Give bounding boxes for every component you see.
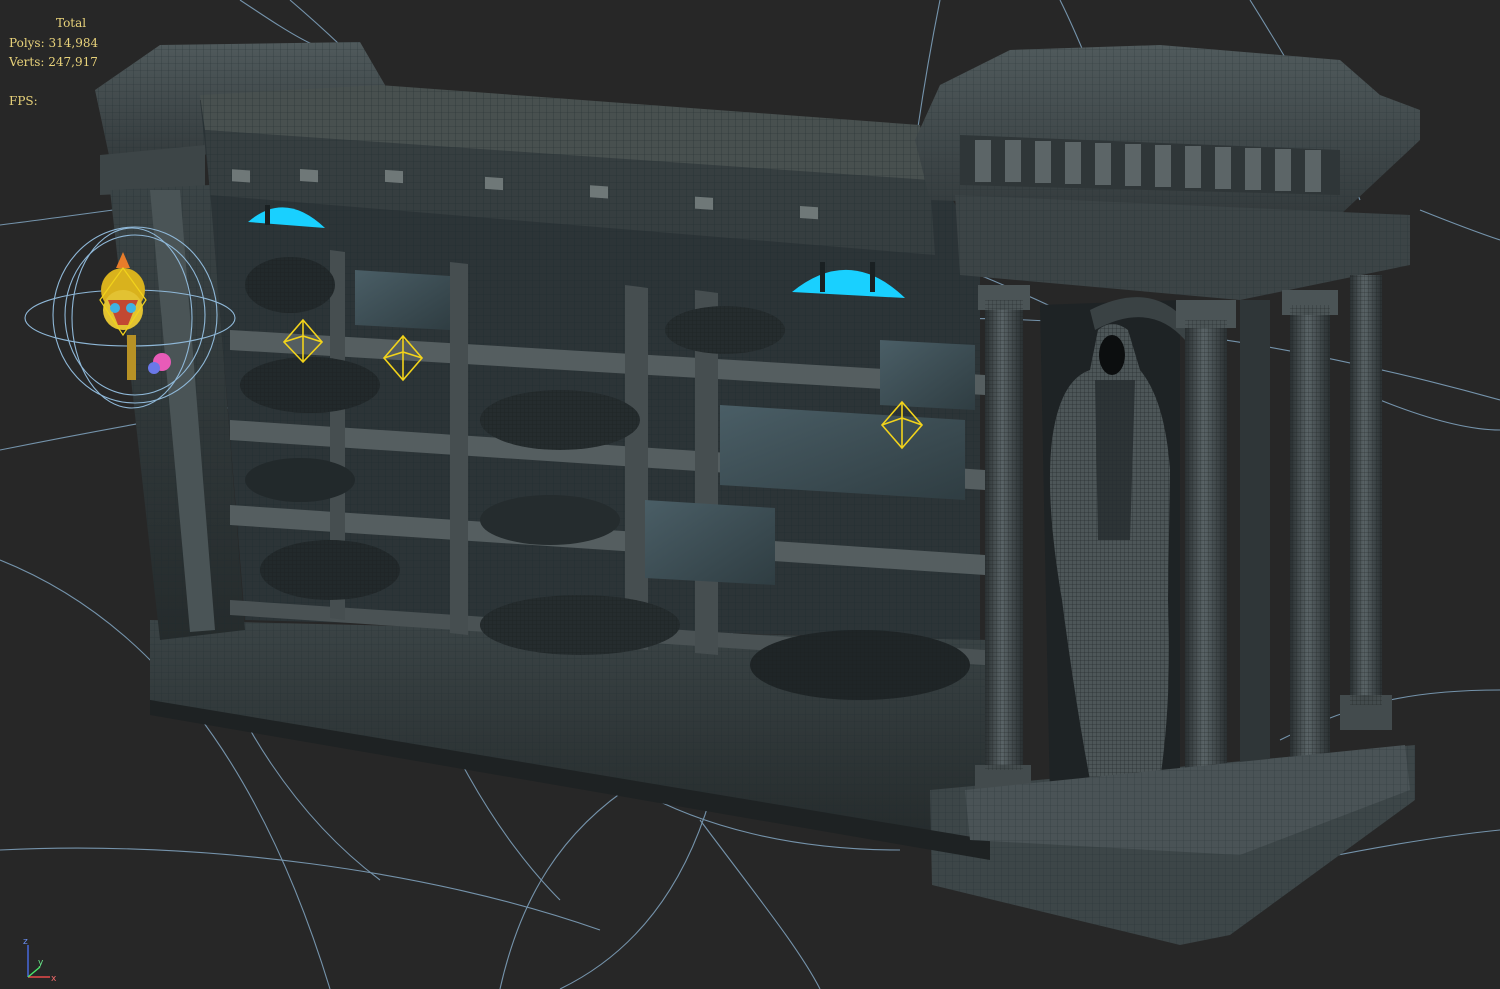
3d-viewport[interactable]: Total Polys: 314,984 Verts: 247,917 FPS: z … (0, 0, 1500, 989)
polys-label: Polys: (9, 35, 45, 50)
axis-x-label: x (51, 974, 57, 984)
fps-label: FPS: (9, 93, 38, 108)
wrapped-body (245, 458, 355, 502)
verts-row: Verts: 247,917 (9, 53, 98, 73)
polys-value: 314,984 (48, 35, 99, 50)
wrapped-body (480, 495, 620, 545)
polys-row: Polys: 314,984 (9, 34, 98, 54)
axis-z-label: z (23, 937, 28, 947)
axis-y-label: y (38, 958, 44, 968)
verts-label: Verts: (9, 55, 45, 69)
scene-render[interactable] (0, 0, 1500, 989)
viewport-statistics: Total Polys: 314,984 Verts: 247,917 FPS: (9, 14, 98, 111)
right-temple (915, 45, 1420, 855)
verts-value: 247,917 (48, 55, 98, 69)
stats-title: Total (56, 16, 87, 30)
fps-row: FPS: (9, 92, 98, 112)
axis-gizmo: z y x (23, 937, 57, 984)
